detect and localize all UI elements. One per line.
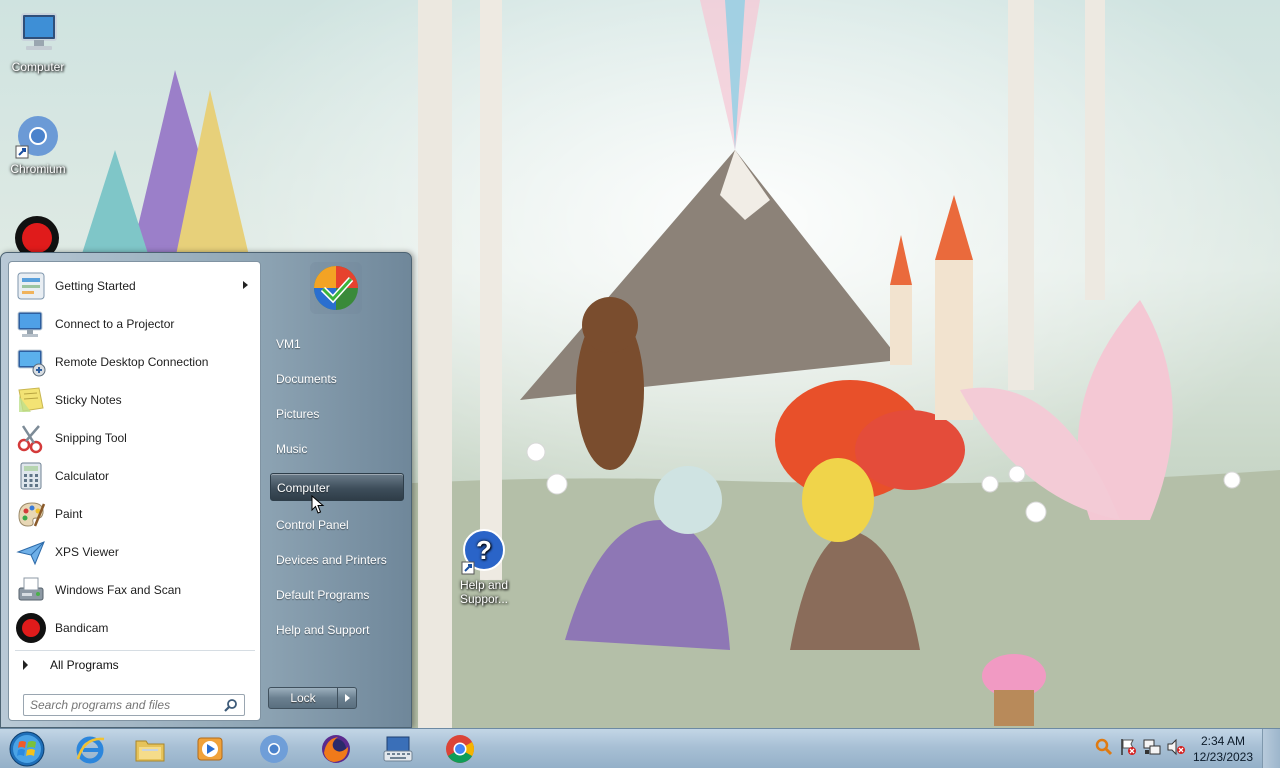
action-center-flag-icon[interactable] bbox=[1118, 737, 1138, 757]
computer-icon bbox=[14, 10, 62, 58]
start-link-label: Music bbox=[276, 442, 308, 456]
desktop-icon-label: Help and Suppor... bbox=[459, 578, 509, 606]
user-account-picture[interactable] bbox=[309, 261, 363, 315]
program-sticky-notes[interactable]: Sticky Notes bbox=[11, 382, 258, 418]
start-link-control-panel[interactable]: Control Panel bbox=[270, 511, 404, 539]
program-xps-viewer[interactable]: XPS Viewer bbox=[11, 534, 258, 570]
on-screen-keyboard-icon bbox=[382, 733, 414, 765]
desktop-icon-label: Chromium bbox=[10, 162, 66, 176]
projector-icon bbox=[15, 308, 47, 340]
sticky-notes-icon bbox=[15, 384, 47, 416]
clock-time: 2:34 AM bbox=[1200, 734, 1246, 748]
start-search-box[interactable] bbox=[23, 694, 245, 716]
start-button[interactable] bbox=[6, 730, 48, 768]
bandicam-icon bbox=[15, 612, 47, 644]
help-icon: ? bbox=[460, 528, 508, 576]
program-remote-desktop-connection[interactable]: Remote Desktop Connection bbox=[11, 344, 258, 380]
media-player-icon bbox=[194, 733, 226, 765]
taskbar-file-explorer[interactable] bbox=[122, 731, 178, 767]
start-link-label: Documents bbox=[276, 372, 337, 386]
paint-palette-icon bbox=[15, 498, 47, 530]
program-label: Sticky Notes bbox=[55, 393, 122, 407]
start-link-computer[interactable]: Computer bbox=[270, 473, 404, 501]
program-connect-to-projector[interactable]: Connect to a Projector bbox=[11, 306, 258, 342]
taskbar-firefox[interactable] bbox=[308, 731, 364, 767]
start-link-documents[interactable]: Documents bbox=[270, 365, 404, 393]
network-icon[interactable] bbox=[1142, 737, 1162, 757]
getting-started-icon bbox=[15, 270, 47, 302]
start-link-label: Default Programs bbox=[276, 588, 370, 602]
program-bandicam[interactable]: Bandicam bbox=[11, 610, 258, 646]
program-label: XPS Viewer bbox=[55, 545, 119, 559]
program-label: Snipping Tool bbox=[55, 431, 127, 445]
firefox-icon bbox=[320, 733, 352, 765]
program-label: Windows Fax and Scan bbox=[55, 583, 182, 597]
program-label: Connect to a Projector bbox=[55, 317, 175, 331]
program-snipping-tool[interactable]: Snipping Tool bbox=[11, 420, 258, 456]
taskbar-clock[interactable]: 2:34 AM 12/23/2023 bbox=[1192, 733, 1254, 765]
program-label: Getting Started bbox=[55, 279, 136, 293]
start-link-devices-and-printers[interactable]: Devices and Printers bbox=[270, 546, 404, 574]
clock-date: 12/23/2023 bbox=[1192, 750, 1254, 764]
program-label: Remote Desktop Connection bbox=[55, 355, 209, 369]
system-tray bbox=[1094, 737, 1186, 761]
taskbar: 2:34 AM 12/23/2023 bbox=[0, 728, 1280, 768]
lock-label: Lock bbox=[290, 691, 316, 705]
taskbar-internet-explorer[interactable] bbox=[62, 731, 118, 767]
taskbar-chrome[interactable] bbox=[432, 731, 488, 767]
start-link-label: Control Panel bbox=[276, 518, 349, 532]
remote-desktop-icon bbox=[15, 346, 47, 378]
mouse-cursor-icon bbox=[311, 494, 325, 515]
xps-viewer-icon bbox=[15, 536, 47, 568]
taskbar-media-player[interactable] bbox=[182, 731, 238, 767]
taskbar-on-screen-keyboard[interactable] bbox=[370, 731, 426, 767]
show-desktop-button[interactable] bbox=[1262, 729, 1280, 768]
start-link-label: VM1 bbox=[276, 337, 301, 351]
fax-icon bbox=[15, 574, 47, 606]
start-link-pictures[interactable]: Pictures bbox=[270, 400, 404, 428]
chrome-icon bbox=[444, 733, 476, 765]
program-label: Calculator bbox=[55, 469, 110, 483]
chromium-icon bbox=[258, 733, 290, 765]
taskbar-chromium[interactable] bbox=[246, 731, 302, 767]
search-input[interactable] bbox=[30, 696, 220, 714]
bandicam-tray-icon[interactable] bbox=[1094, 737, 1114, 757]
program-calculator[interactable]: Calculator bbox=[11, 458, 258, 494]
calculator-icon bbox=[15, 460, 47, 492]
desktop-icon-bandicam[interactable] bbox=[13, 214, 61, 260]
scissors-icon bbox=[15, 422, 47, 454]
expand-arrow-icon bbox=[23, 660, 28, 670]
program-label: Bandicam bbox=[55, 621, 109, 635]
desktop-icon-label: Computer bbox=[11, 60, 65, 74]
all-programs-label: All Programs bbox=[50, 658, 119, 672]
program-label: Paint bbox=[55, 507, 83, 521]
separator bbox=[15, 650, 255, 651]
submenu-arrow-icon bbox=[243, 281, 248, 289]
start-link-music[interactable]: Music bbox=[270, 435, 404, 463]
start-link-label: Computer bbox=[277, 481, 330, 495]
svg-text:?: ? bbox=[476, 535, 492, 565]
program-windows-fax-and-scan[interactable]: Windows Fax and Scan bbox=[11, 572, 258, 608]
start-link-label: Devices and Printers bbox=[276, 553, 387, 567]
shutdown-options-arrow-button[interactable] bbox=[337, 687, 357, 709]
lock-button[interactable]: Lock bbox=[268, 687, 338, 709]
program-getting-started[interactable]: Getting Started bbox=[11, 268, 258, 304]
start-menu-programs-pane: Getting Started Connect to a Projector R… bbox=[8, 261, 261, 721]
start-link-label: Pictures bbox=[276, 407, 320, 421]
search-icon[interactable] bbox=[224, 698, 238, 712]
file-explorer-icon bbox=[134, 733, 166, 765]
desktop-icon-chromium[interactable]: Chromium bbox=[0, 112, 76, 176]
program-paint[interactable]: Paint bbox=[11, 496, 258, 532]
start-link-default-programs[interactable]: Default Programs bbox=[270, 581, 404, 609]
start-link-help-and-support[interactable]: Help and Support bbox=[270, 616, 404, 644]
desktop-icon-help-and-support[interactable]: ? Help and Suppor... bbox=[446, 528, 522, 606]
internet-explorer-icon bbox=[74, 733, 106, 765]
volume-muted-icon[interactable] bbox=[1166, 737, 1186, 757]
start-link-vm1[interactable]: VM1 bbox=[270, 330, 404, 358]
start-link-label: Help and Support bbox=[276, 623, 370, 637]
chromium-icon bbox=[14, 112, 62, 160]
desktop-icon-computer[interactable]: Computer bbox=[0, 10, 76, 74]
start-menu: Getting Started Connect to a Projector R… bbox=[0, 252, 412, 728]
all-programs-button[interactable]: All Programs bbox=[11, 652, 258, 678]
